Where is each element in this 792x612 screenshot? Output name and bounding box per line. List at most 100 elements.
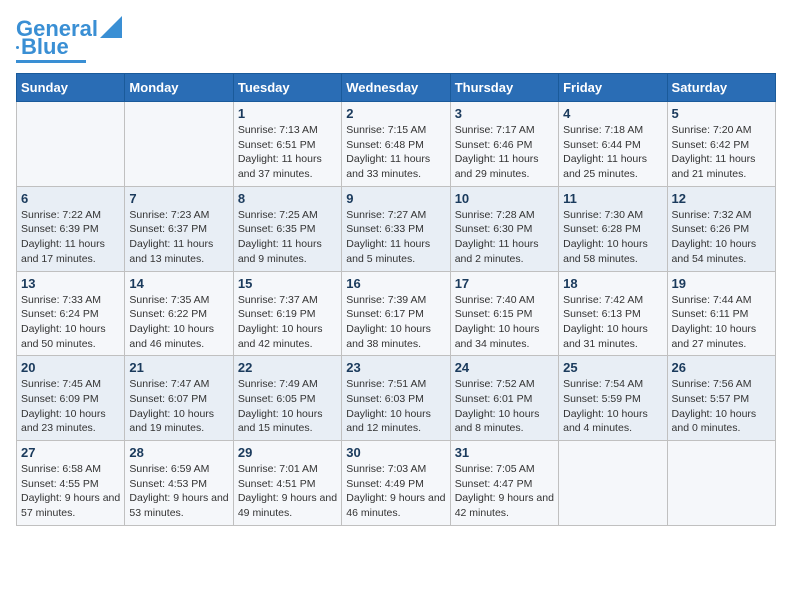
column-header-wednesday: Wednesday	[342, 74, 450, 102]
calendar-cell: 21Sunrise: 7:47 AM Sunset: 6:07 PM Dayli…	[125, 356, 233, 441]
day-number: 23	[346, 360, 445, 375]
column-header-tuesday: Tuesday	[233, 74, 341, 102]
day-number: 15	[238, 276, 337, 291]
day-info: Sunrise: 6:58 AM Sunset: 4:55 PM Dayligh…	[21, 462, 120, 521]
column-header-sunday: Sunday	[17, 74, 125, 102]
day-number: 7	[129, 191, 228, 206]
day-number: 11	[563, 191, 662, 206]
day-info: Sunrise: 7:27 AM Sunset: 6:33 PM Dayligh…	[346, 208, 445, 267]
day-info: Sunrise: 7:17 AM Sunset: 6:46 PM Dayligh…	[455, 123, 554, 182]
column-header-monday: Monday	[125, 74, 233, 102]
day-number: 14	[129, 276, 228, 291]
calendar-cell	[667, 441, 775, 526]
calendar-row: 1 Sunrise: 7:13 AM Sunset: 6:51 PM Daylig…	[17, 102, 776, 187]
day-info: Sunrise: 7:32 AM Sunset: 6:26 PM Dayligh…	[672, 208, 771, 267]
day-number: 4	[563, 106, 662, 121]
column-header-friday: Friday	[559, 74, 667, 102]
calendar-row: 13Sunrise: 7:33 AM Sunset: 6:24 PM Dayli…	[17, 271, 776, 356]
day-info: Sunrise: 7:23 AM Sunset: 6:37 PM Dayligh…	[129, 208, 228, 267]
calendar-cell: 5 Sunrise: 7:20 AM Sunset: 6:42 PM Daylig…	[667, 102, 775, 187]
day-info: Sunrise: 7:03 AM Sunset: 4:49 PM Dayligh…	[346, 462, 445, 521]
day-number: 29	[238, 445, 337, 460]
day-info: Sunrise: 7:45 AM Sunset: 6:09 PM Dayligh…	[21, 377, 120, 436]
day-number: 27	[21, 445, 120, 460]
column-header-saturday: Saturday	[667, 74, 775, 102]
calendar-table: SundayMondayTuesdayWednesdayThursdayFrid…	[16, 73, 776, 526]
day-info: Sunrise: 7:51 AM Sunset: 6:03 PM Dayligh…	[346, 377, 445, 436]
day-info: Sunrise: 7:13 AM Sunset: 6:51 PM Dayligh…	[238, 123, 337, 182]
calendar-cell: 19Sunrise: 7:44 AM Sunset: 6:11 PM Dayli…	[667, 271, 775, 356]
day-info: Sunrise: 6:59 AM Sunset: 4:53 PM Dayligh…	[129, 462, 228, 521]
calendar-cell: 24Sunrise: 7:52 AM Sunset: 6:01 PM Dayli…	[450, 356, 558, 441]
calendar-cell: 16 Sunrise: 7:39 AM Sunset: 6:17 PM Dayli…	[342, 271, 450, 356]
day-info: Sunrise: 7:37 AM Sunset: 6:19 PM Dayligh…	[238, 293, 337, 352]
day-number: 13	[21, 276, 120, 291]
day-number: 1	[238, 106, 337, 121]
calendar-cell: 3 Sunrise: 7:17 AM Sunset: 6:46 PM Daylig…	[450, 102, 558, 187]
calendar-cell: 22 Sunrise: 7:49 AM Sunset: 6:05 PM Dayli…	[233, 356, 341, 441]
calendar-cell: 4 Sunrise: 7:18 AM Sunset: 6:44 PM Daylig…	[559, 102, 667, 187]
day-number: 10	[455, 191, 554, 206]
calendar-cell: 8 Sunrise: 7:25 AM Sunset: 6:35 PM Daylig…	[233, 186, 341, 271]
logo: General Blue	[16, 16, 122, 63]
day-number: 8	[238, 191, 337, 206]
calendar-cell: 28 Sunrise: 6:59 AM Sunset: 4:53 PM Dayli…	[125, 441, 233, 526]
calendar-cell: 31 Sunrise: 7:05 AM Sunset: 4:47 PM Dayli…	[450, 441, 558, 526]
calendar-cell: 14Sunrise: 7:35 AM Sunset: 6:22 PM Dayli…	[125, 271, 233, 356]
column-header-thursday: Thursday	[450, 74, 558, 102]
day-info: Sunrise: 7:44 AM Sunset: 6:11 PM Dayligh…	[672, 293, 771, 352]
page-header: General Blue	[16, 16, 776, 63]
day-number: 16	[346, 276, 445, 291]
day-info: Sunrise: 7:15 AM Sunset: 6:48 PM Dayligh…	[346, 123, 445, 182]
day-info: Sunrise: 7:40 AM Sunset: 6:15 PM Dayligh…	[455, 293, 554, 352]
day-info: Sunrise: 7:20 AM Sunset: 6:42 PM Dayligh…	[672, 123, 771, 182]
day-info: Sunrise: 7:18 AM Sunset: 6:44 PM Dayligh…	[563, 123, 662, 182]
logo-underline	[16, 60, 86, 63]
day-info: Sunrise: 7:49 AM Sunset: 6:05 PM Dayligh…	[238, 377, 337, 436]
day-info: Sunrise: 7:05 AM Sunset: 4:47 PM Dayligh…	[455, 462, 554, 521]
day-number: 22	[238, 360, 337, 375]
day-info: Sunrise: 7:54 AM Sunset: 5:59 PM Dayligh…	[563, 377, 662, 436]
calendar-cell: 1 Sunrise: 7:13 AM Sunset: 6:51 PM Daylig…	[233, 102, 341, 187]
day-info: Sunrise: 7:22 AM Sunset: 6:39 PM Dayligh…	[21, 208, 120, 267]
calendar-cell	[17, 102, 125, 187]
day-number: 28	[129, 445, 228, 460]
day-number: 17	[455, 276, 554, 291]
day-info: Sunrise: 7:30 AM Sunset: 6:28 PM Dayligh…	[563, 208, 662, 267]
calendar-cell: 20 Sunrise: 7:45 AM Sunset: 6:09 PM Dayli…	[17, 356, 125, 441]
day-number: 5	[672, 106, 771, 121]
calendar-row: 20 Sunrise: 7:45 AM Sunset: 6:09 PM Dayli…	[17, 356, 776, 441]
calendar-cell: 30 Sunrise: 7:03 AM Sunset: 4:49 PM Dayli…	[342, 441, 450, 526]
calendar-cell: 27 Sunrise: 6:58 AM Sunset: 4:55 PM Dayli…	[17, 441, 125, 526]
calendar-cell: 26 Sunrise: 7:56 AM Sunset: 5:57 PM Dayli…	[667, 356, 775, 441]
day-number: 2	[346, 106, 445, 121]
calendar-cell: 17 Sunrise: 7:40 AM Sunset: 6:15 PM Dayli…	[450, 271, 558, 356]
calendar-cell: 23 Sunrise: 7:51 AM Sunset: 6:03 PM Dayli…	[342, 356, 450, 441]
day-number: 3	[455, 106, 554, 121]
calendar-cell	[559, 441, 667, 526]
day-info: Sunrise: 7:01 AM Sunset: 4:51 PM Dayligh…	[238, 462, 337, 521]
day-number: 31	[455, 445, 554, 460]
day-info: Sunrise: 7:28 AM Sunset: 6:30 PM Dayligh…	[455, 208, 554, 267]
logo-arrow-icon	[100, 16, 122, 38]
day-number: 25	[563, 360, 662, 375]
calendar-cell: 10 Sunrise: 7:28 AM Sunset: 6:30 PM Dayli…	[450, 186, 558, 271]
day-number: 9	[346, 191, 445, 206]
calendar-cell: 25 Sunrise: 7:54 AM Sunset: 5:59 PM Dayli…	[559, 356, 667, 441]
day-number: 24	[455, 360, 554, 375]
day-number: 30	[346, 445, 445, 460]
calendar-cell: 29 Sunrise: 7:01 AM Sunset: 4:51 PM Dayli…	[233, 441, 341, 526]
day-number: 20	[21, 360, 120, 375]
calendar-cell: 13Sunrise: 7:33 AM Sunset: 6:24 PM Dayli…	[17, 271, 125, 356]
header-row: SundayMondayTuesdayWednesdayThursdayFrid…	[17, 74, 776, 102]
day-number: 26	[672, 360, 771, 375]
calendar-cell: 12 Sunrise: 7:32 AM Sunset: 6:26 PM Dayli…	[667, 186, 775, 271]
day-number: 21	[129, 360, 228, 375]
day-number: 12	[672, 191, 771, 206]
day-info: Sunrise: 7:39 AM Sunset: 6:17 PM Dayligh…	[346, 293, 445, 352]
calendar-cell: 11 Sunrise: 7:30 AM Sunset: 6:28 PM Dayli…	[559, 186, 667, 271]
calendar-cell: 2 Sunrise: 7:15 AM Sunset: 6:48 PM Daylig…	[342, 102, 450, 187]
day-info: Sunrise: 7:56 AM Sunset: 5:57 PM Dayligh…	[672, 377, 771, 436]
day-info: Sunrise: 7:25 AM Sunset: 6:35 PM Dayligh…	[238, 208, 337, 267]
calendar-row: 27 Sunrise: 6:58 AM Sunset: 4:55 PM Dayli…	[17, 441, 776, 526]
